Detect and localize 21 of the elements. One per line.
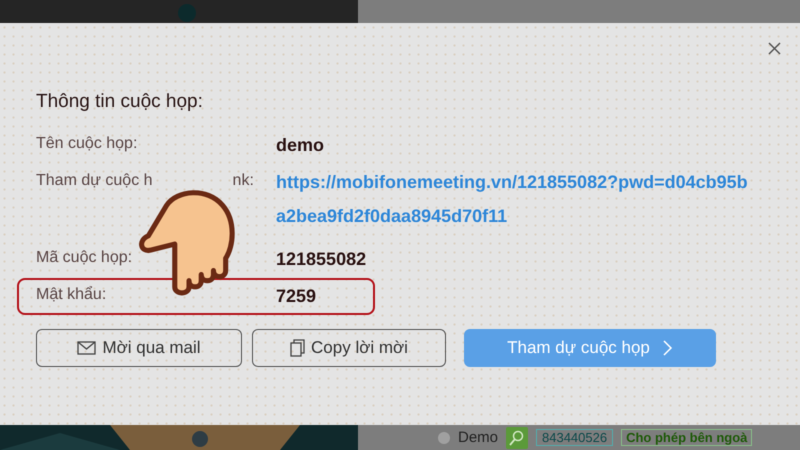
field-label: Mật khẩu: xyxy=(36,286,106,304)
radio-button[interactable] xyxy=(438,432,450,444)
field-value: 7259 xyxy=(276,286,318,307)
meeting-code-badge: 843440526 xyxy=(536,429,614,446)
field-value: demo xyxy=(276,135,326,156)
chevron-right-icon xyxy=(662,339,673,357)
field-label: nk: xyxy=(232,172,254,190)
close-icon xyxy=(767,41,782,56)
copy-invite-button[interactable]: Copy lời mời xyxy=(252,329,446,367)
search-icon xyxy=(506,426,528,448)
participant-name: Demo xyxy=(458,429,498,446)
field-label: Mã cuộc họp: xyxy=(36,249,132,267)
field-label: Tên cuộc họp: xyxy=(36,135,138,153)
camera-dot xyxy=(178,4,196,22)
copy-icon xyxy=(290,339,306,357)
mail-icon xyxy=(77,341,96,355)
permission-badge: Cho phép bên ngoà xyxy=(621,429,752,446)
field-value: 121855082 xyxy=(276,249,368,270)
invite-mail-button[interactable]: Mời qua mail xyxy=(36,329,242,367)
field-label: Tham dự cuộc h xyxy=(36,172,153,190)
dialog-title: Thông tin cuộc họp: xyxy=(36,91,204,113)
